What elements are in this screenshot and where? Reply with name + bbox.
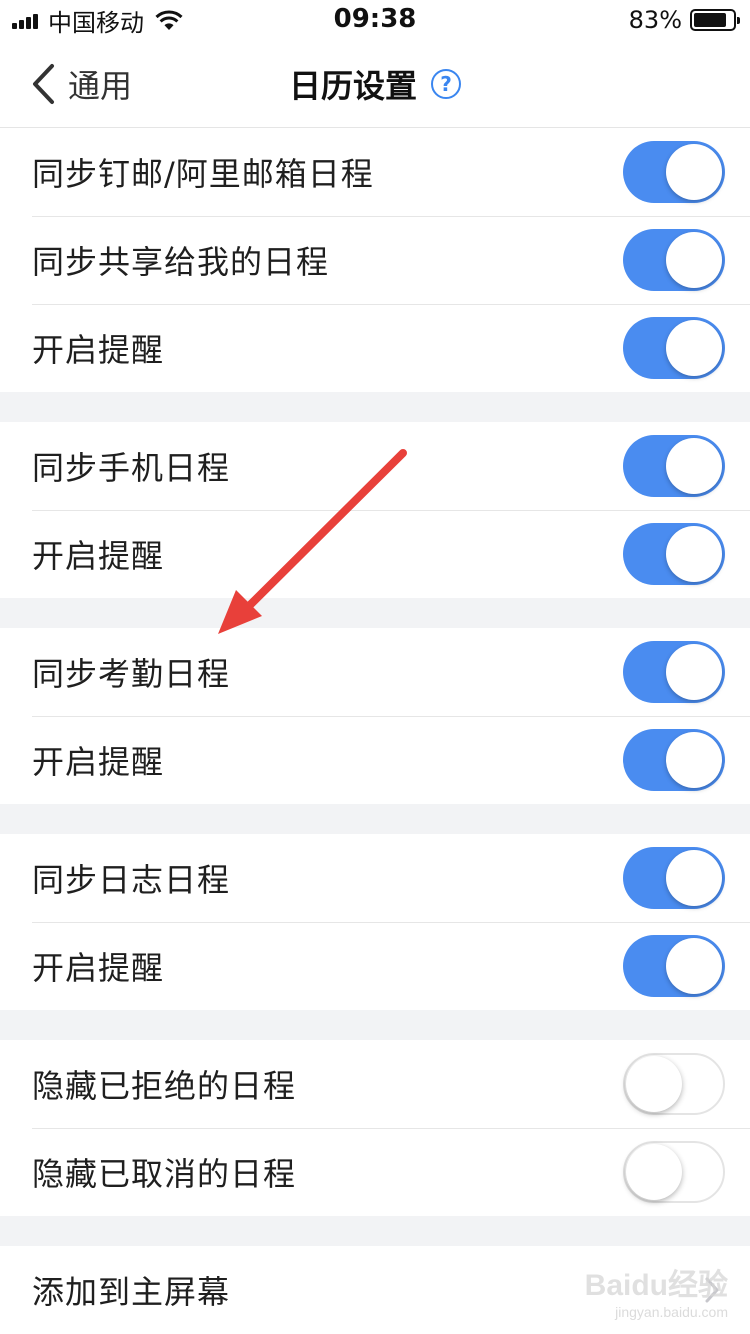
battery-percent: 83% — [628, 6, 682, 34]
settings-row-label: 隐藏已取消的日程 — [32, 1155, 297, 1193]
settings-row-label: 开启提醒 — [32, 537, 165, 575]
watermark: Baidu经验 jingyan.baidu.com — [585, 1260, 728, 1320]
settings-row-label: 添加到主屏幕 — [32, 1273, 231, 1311]
toggle-switch-off[interactable] — [623, 1141, 725, 1203]
toggle-switch-on[interactable] — [623, 523, 725, 585]
settings-group: 同步钉邮/阿里邮箱日程 同步共享给我的日程 开启提醒 — [0, 128, 750, 392]
settings-row: 同步共享给我的日程 — [0, 216, 750, 304]
toggle-knob — [666, 438, 722, 494]
settings-row: 同步钉邮/阿里邮箱日程 — [0, 128, 750, 216]
settings-group: 同步手机日程 开启提醒 — [0, 422, 750, 598]
toggle-switch-on[interactable] — [623, 317, 725, 379]
toggle-knob — [666, 232, 722, 288]
settings-row: 同步日志日程 — [0, 834, 750, 922]
toggle-knob — [666, 144, 722, 200]
toggle-switch-on[interactable] — [623, 641, 725, 703]
toggle-knob — [666, 320, 722, 376]
page-title: 日历设置 — [288, 67, 417, 105]
settings-row-label: 同步日志日程 — [32, 861, 231, 899]
toggle-switch-on[interactable] — [623, 847, 725, 909]
toggle-switch-off[interactable] — [623, 1053, 725, 1115]
battery-fill — [694, 13, 726, 27]
settings-row: 隐藏已取消的日程 — [0, 1128, 750, 1216]
toggle-knob — [626, 1056, 682, 1112]
toggle-knob — [666, 938, 722, 994]
settings-row-label: 同步钉邮/阿里邮箱日程 — [32, 155, 374, 193]
settings-row: 开启提醒 — [0, 304, 750, 392]
settings-row: 开启提醒 — [0, 716, 750, 804]
toggle-switch-on[interactable] — [623, 141, 725, 203]
settings-row: 同步手机日程 — [0, 422, 750, 510]
watermark-logo: Baidu经验 — [584, 1269, 728, 1302]
settings-row: 开启提醒 — [0, 922, 750, 1010]
settings-group: 同步日志日程 开启提醒 — [0, 834, 750, 1010]
toggle-switch-on[interactable] — [623, 935, 725, 997]
settings-row-label: 开启提醒 — [32, 743, 165, 781]
toggle-knob — [666, 732, 722, 788]
toggle-knob — [626, 1144, 682, 1200]
watermark-url: jingyan.baidu.com — [615, 1304, 728, 1320]
status-bar: 中国移动 09:38 83% — [0, 0, 750, 40]
toggle-switch-on[interactable] — [623, 229, 725, 291]
settings-group: 同步考勤日程 开启提醒 — [0, 628, 750, 804]
navigation-bar: 通用 日历设置 ? — [0, 40, 750, 128]
help-icon[interactable]: ? — [431, 69, 461, 99]
settings-row-label: 同步手机日程 — [32, 449, 231, 487]
settings-row-label: 同步共享给我的日程 — [32, 243, 330, 281]
settings-row-label: 隐藏已拒绝的日程 — [32, 1067, 297, 1105]
settings-group: 隐藏已拒绝的日程 隐藏已取消的日程 — [0, 1040, 750, 1216]
settings-row-label: 开启提醒 — [32, 949, 165, 987]
settings-row-label: 开启提醒 — [32, 331, 165, 369]
settings-row: 开启提醒 — [0, 510, 750, 598]
toggle-switch-on[interactable] — [623, 729, 725, 791]
settings-row: 隐藏已拒绝的日程 — [0, 1040, 750, 1128]
toggle-knob — [666, 850, 722, 906]
settings-list: 同步钉邮/阿里邮箱日程 同步共享给我的日程 开启提醒 同步手机日程 开启提醒 同步考勤日程… — [0, 128, 750, 1334]
toggle-switch-on[interactable] — [623, 435, 725, 497]
settings-row-label: 同步考勤日程 — [32, 655, 231, 693]
battery-icon — [690, 9, 740, 31]
settings-row: 同步考勤日程 — [0, 628, 750, 716]
toggle-knob — [666, 644, 722, 700]
toggle-knob — [666, 526, 722, 582]
